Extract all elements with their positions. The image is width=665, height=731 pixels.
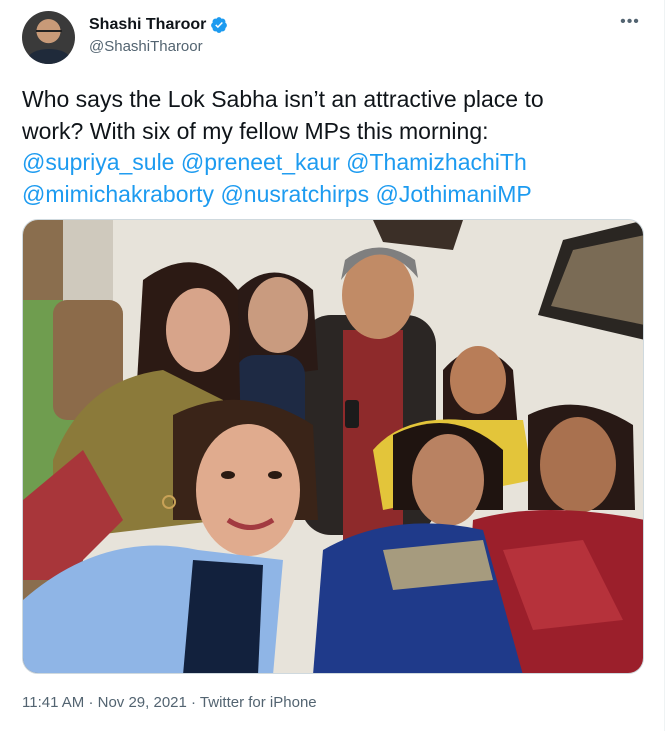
mention-link-jothimanimp[interactable]: @JothimaniMP [375,181,531,207]
tweet-text: Who says the Lok Sabha isn’t an attracti… [22,84,642,210]
author-display-name[interactable]: Shashi Tharoor [89,15,228,35]
footer-separator: · [191,694,197,711]
avatar-shirt [28,49,70,64]
tweet-header: Shashi Tharoor @ShashiTharoor ••• [22,11,642,65]
tweet-photo[interactable] [22,219,644,674]
verified-badge-icon [211,17,228,33]
tweet-footer: 11:41 AM · Nov 29, 2021 · Twitter for iP… [22,693,317,713]
mention-link-preneet-kaur[interactable]: @preneet_kaur [181,149,340,175]
author-display-name-text[interactable]: Shashi Tharoor [89,15,206,35]
author-names[interactable]: Shashi Tharoor @ShashiTharoor [89,15,228,57]
mention-link-thamizhachith[interactable]: @ThamizhachiTh [346,149,527,175]
tweet-mentions-line-1: @supriya_sule @preneet_kaur @Thamizhachi… [22,147,642,179]
more-icon[interactable]: ••• [618,14,642,35]
tweet-text-line-2: work? With six of my fellow MPs this mor… [22,117,489,144]
avatar[interactable] [22,11,75,64]
group-selfie-photo [23,220,643,673]
mention-link-supriya-sule[interactable]: @supriya_sule [22,149,174,175]
tweet-source[interactable]: Twitter for iPhone [200,694,317,711]
tweet-date[interactable]: Nov 29, 2021 [98,694,187,711]
footer-separator: · [88,694,94,711]
tweet[interactable]: Shashi Tharoor @ShashiTharoor ••• Who sa… [0,0,665,731]
mention-link-nusratchirps[interactable]: @nusratchirps [220,181,369,207]
tweet-text-line-1: Who says the Lok Sabha isn’t an attracti… [22,86,544,112]
avatar-glasses [36,30,62,38]
tweet-mentions-line-2: @mimichakraborty @nusratchirps @Jothiman… [22,179,642,211]
tweet-time[interactable]: 11:41 AM [22,694,84,711]
author-handle[interactable]: @ShashiTharoor [89,37,228,57]
mention-link-mimichakraborty[interactable]: @mimichakraborty [22,181,214,207]
